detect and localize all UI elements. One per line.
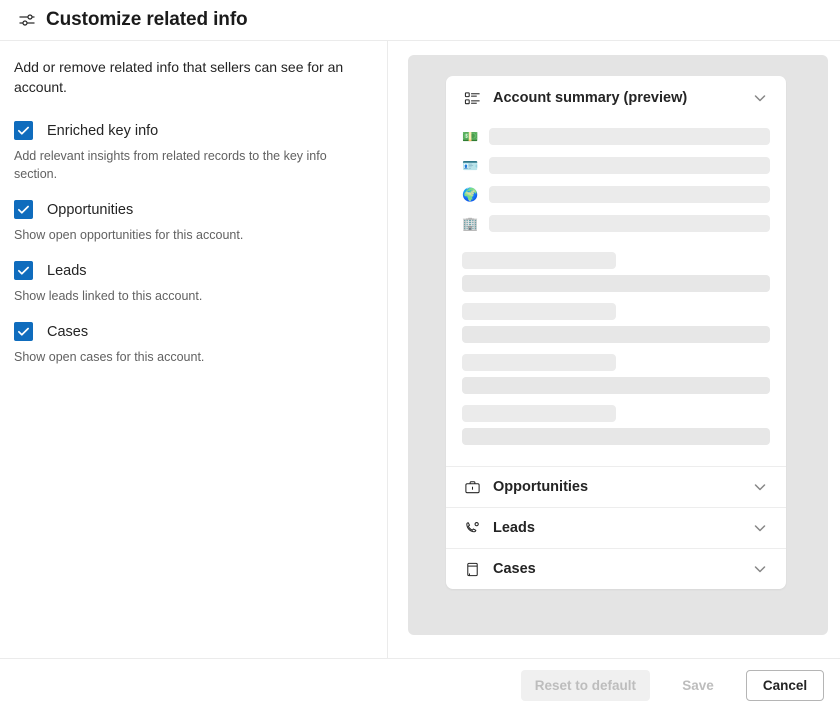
card-section-opportunities[interactable]: Opportunities	[446, 466, 786, 507]
option-header: Cases	[14, 322, 371, 341]
dialog-footer: Reset to default Save Cancel	[0, 658, 840, 712]
option-description: Show open opportunities for this account…	[14, 228, 244, 242]
section-label: Opportunities	[493, 479, 589, 495]
checkbox-enriched-key-info[interactable]	[14, 121, 33, 140]
card-title: Account summary (preview)	[493, 90, 688, 106]
options-pane: Add or remove related info that sellers …	[0, 41, 388, 658]
phone-gear-icon	[462, 518, 482, 538]
option-opportunities: Opportunities Show open opportunities fo…	[14, 200, 371, 244]
section-label: Leads	[493, 520, 535, 536]
account-summary-card: Account summary (preview) 💵 🪪 🌍 🏢 Opport…	[446, 76, 786, 589]
cancel-button[interactable]: Cancel	[746, 670, 824, 701]
key-info-row: 💵	[462, 124, 770, 149]
option-enriched-key-info: Enriched key info Add relevant insights …	[14, 121, 371, 183]
office-building-icon: 🏢	[462, 216, 479, 231]
dialog-body: Add or remove related info that sellers …	[0, 41, 840, 658]
card-section-cases[interactable]: Cases	[446, 548, 786, 589]
key-info-row: 🏢	[462, 211, 770, 236]
skeleton-line-long	[462, 428, 770, 445]
skeleton-line-short	[462, 252, 616, 269]
option-header: Opportunities	[14, 200, 371, 219]
intro-text: Add or remove related info that sellers …	[14, 59, 344, 95]
option-description: Show open cases for this account.	[14, 350, 205, 364]
key-info-rows: 💵 🪪 🌍 🏢	[446, 120, 786, 236]
skeleton-content	[446, 240, 786, 466]
option-label: Leads	[47, 262, 87, 279]
save-button[interactable]: Save	[659, 670, 737, 701]
chevron-down-icon[interactable]	[750, 518, 770, 538]
skeleton-pair	[462, 252, 770, 292]
skeleton-pair	[462, 354, 770, 394]
checkbox-leads[interactable]	[14, 261, 33, 280]
id-card-icon: 🪪	[462, 158, 479, 173]
skeleton-line-long	[462, 326, 770, 343]
option-label: Opportunities	[47, 201, 134, 218]
reset-to-default-button[interactable]: Reset to default	[520, 670, 650, 701]
option-label: Enriched key info	[47, 122, 159, 139]
customize-related-info-dialog: Customize related info Add or remove rel…	[0, 0, 840, 712]
chevron-down-icon[interactable]	[750, 88, 770, 108]
checkbox-cases[interactable]	[14, 322, 33, 341]
preview-panel: Account summary (preview) 💵 🪪 🌍 🏢 Opport…	[408, 55, 828, 635]
key-info-row: 🌍	[462, 182, 770, 207]
skeleton-bar	[489, 215, 770, 232]
skeleton-line-short	[462, 303, 616, 320]
chevron-down-icon[interactable]	[750, 559, 770, 579]
globe-icon: 🌍	[462, 187, 479, 202]
clipboard-icon	[462, 559, 482, 579]
skeleton-line-short	[462, 405, 616, 422]
option-leads: Leads Show leads linked to this account.	[14, 261, 371, 305]
skeleton-pair	[462, 303, 770, 343]
skeleton-line-short	[462, 354, 616, 371]
summary-list-icon	[462, 88, 482, 108]
card-header[interactable]: Account summary (preview)	[446, 76, 786, 120]
option-description: Add relevant insights from related recor…	[14, 149, 327, 181]
preview-pane: Account summary (preview) 💵 🪪 🌍 🏢 Opport…	[388, 41, 840, 658]
option-label: Cases	[47, 323, 89, 340]
checkbox-opportunities[interactable]	[14, 200, 33, 219]
chevron-down-icon[interactable]	[750, 477, 770, 497]
page-title: Customize related info	[46, 9, 248, 30]
option-description: Show leads linked to this account.	[14, 289, 203, 303]
key-info-row: 🪪	[462, 153, 770, 178]
dialog-header: Customize related info	[0, 0, 840, 41]
skeleton-line-long	[462, 275, 770, 292]
skeleton-line-long	[462, 377, 770, 394]
settings-sliders-icon	[16, 9, 38, 31]
skeleton-pair	[462, 405, 770, 445]
option-header: Enriched key info	[14, 121, 371, 140]
option-header: Leads	[14, 261, 371, 280]
money-icon: 💵	[462, 129, 479, 144]
section-label: Cases	[493, 561, 536, 577]
skeleton-bar	[489, 157, 770, 174]
briefcase-icon	[462, 477, 482, 497]
skeleton-bar	[489, 186, 770, 203]
skeleton-bar	[489, 128, 770, 145]
card-section-leads[interactable]: Leads	[446, 507, 786, 548]
option-cases: Cases Show open cases for this account.	[14, 322, 371, 366]
